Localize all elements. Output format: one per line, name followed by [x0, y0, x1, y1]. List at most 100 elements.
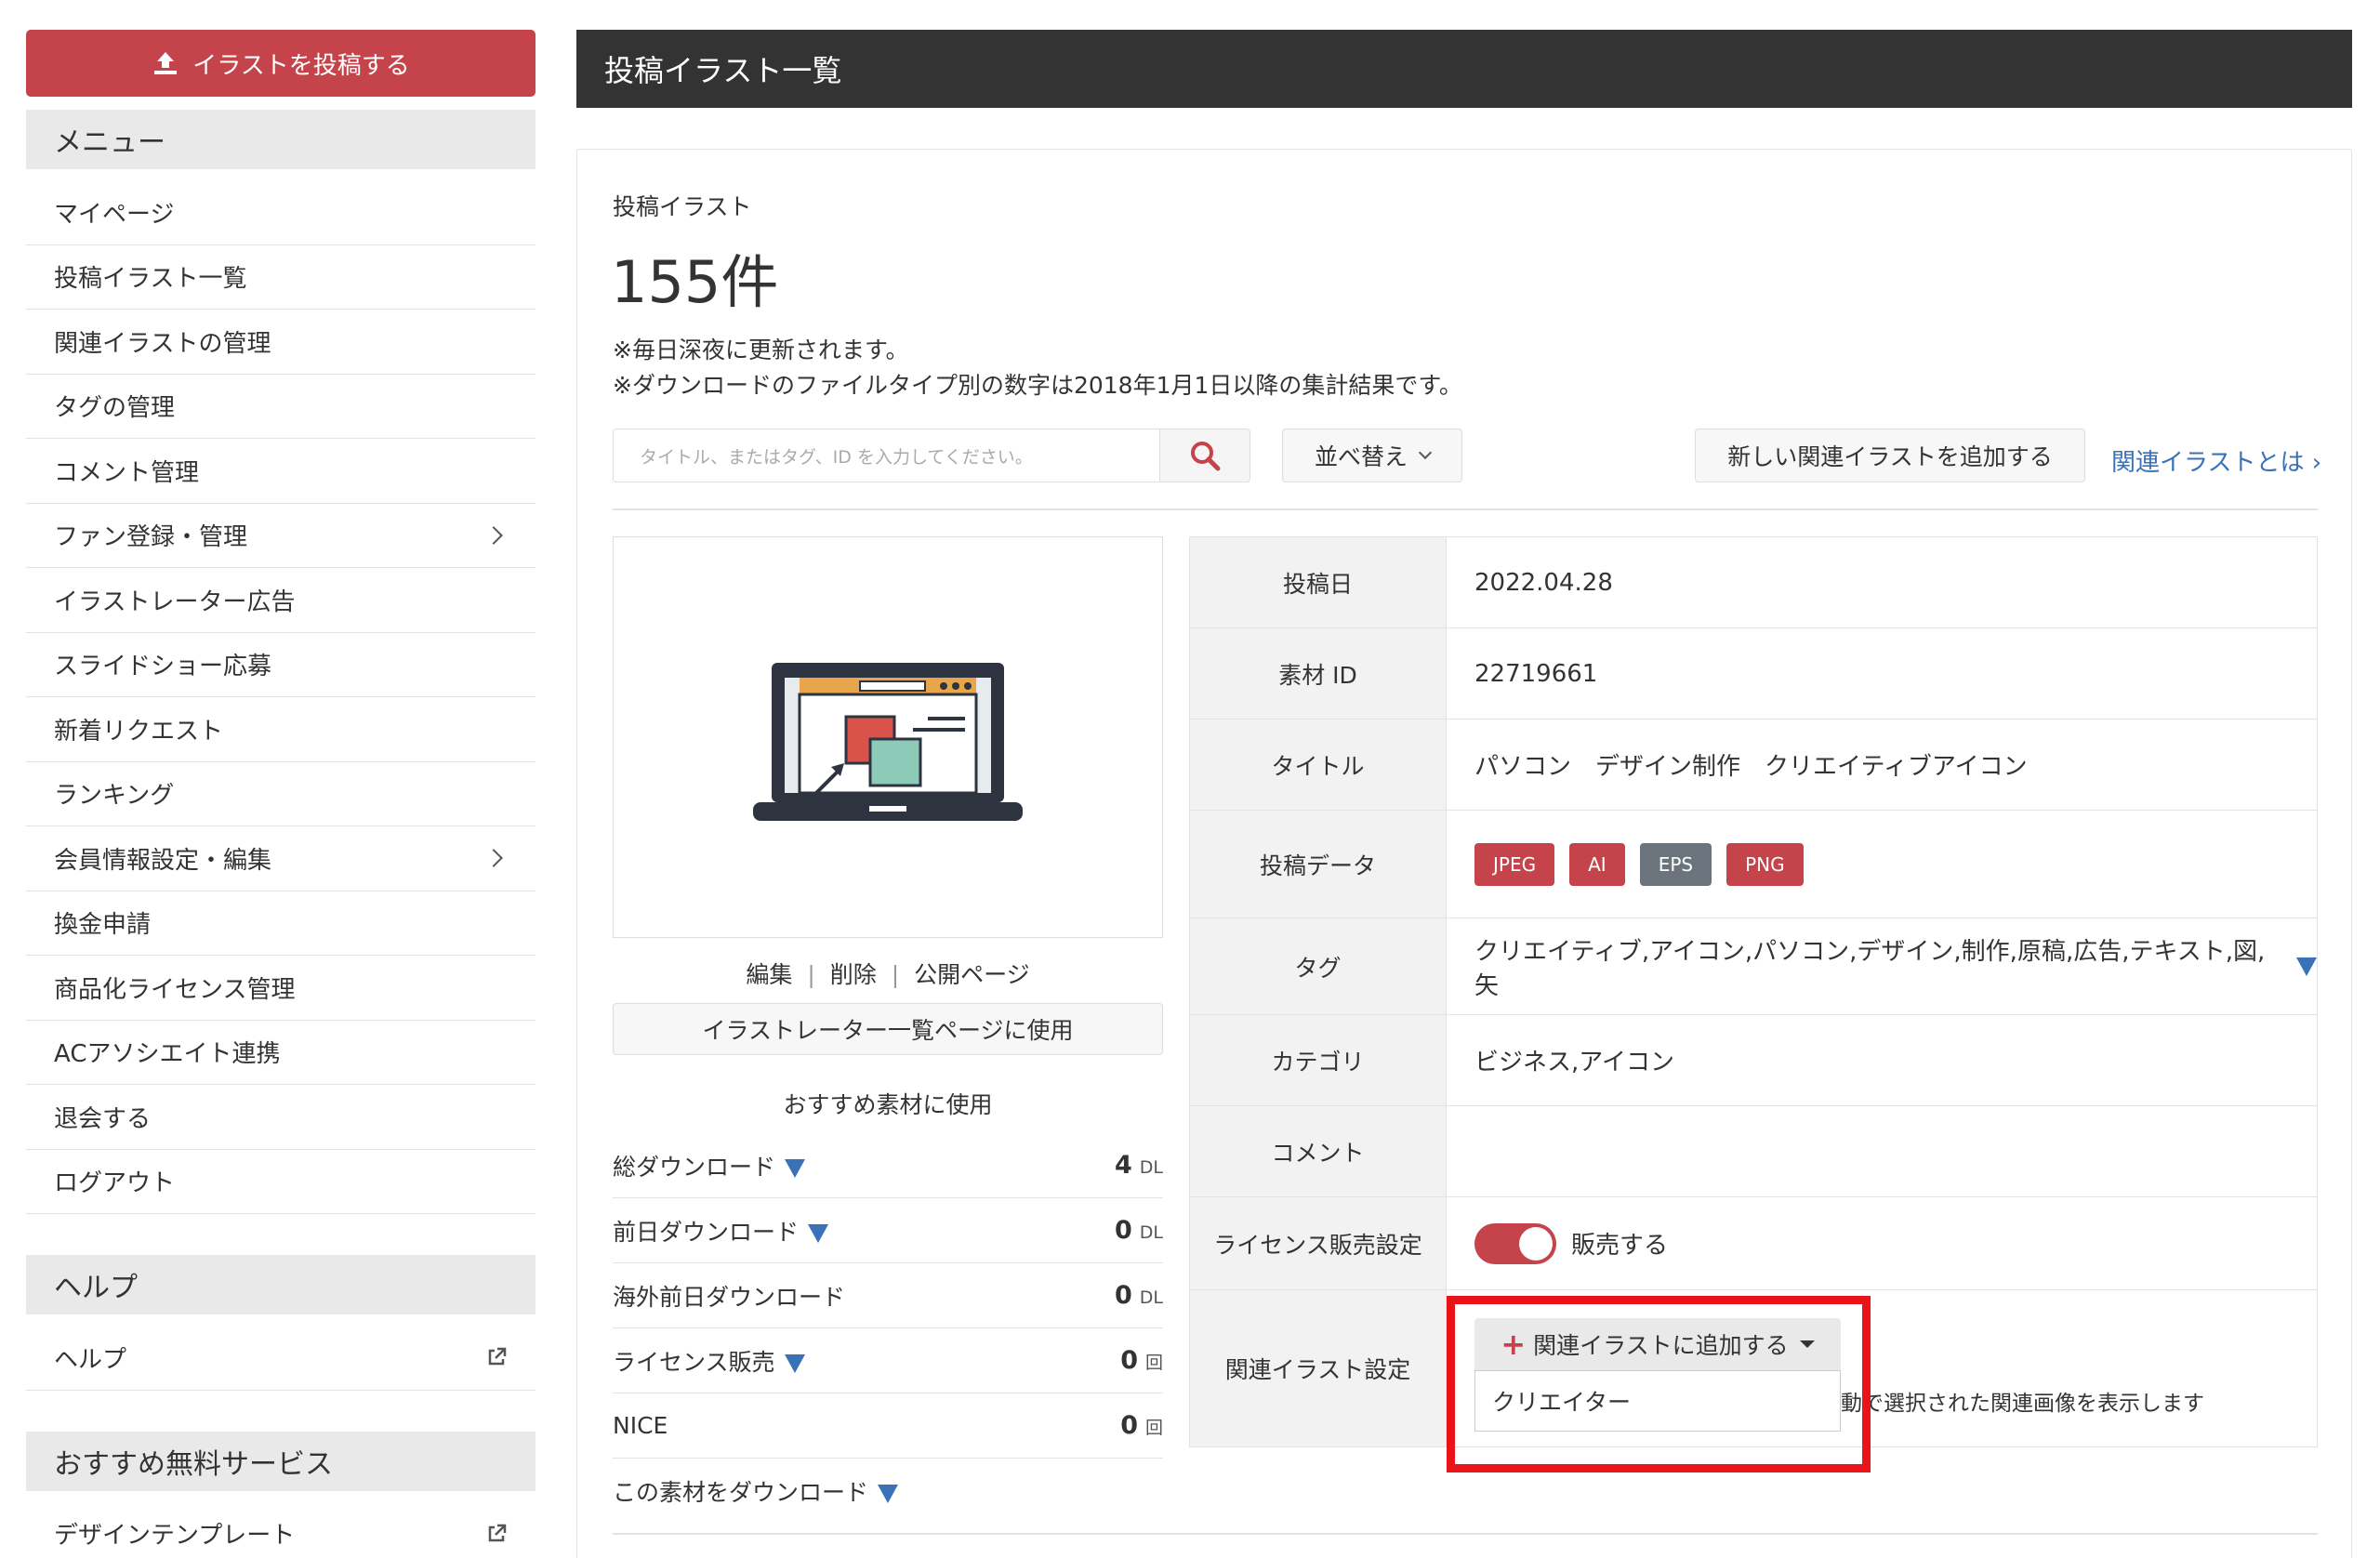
sidebar-item-label: ファン登録・管理	[54, 523, 248, 552]
row-title: タイトル パソコン デザイン制作 クリエイティブアイコン	[1190, 720, 2317, 811]
stat-row-prev-day-downloads: 前日ダウンロード 0 DL	[613, 1198, 1163, 1263]
sidebar-item-associate[interactable]: ACアソシエイト連携	[26, 1021, 536, 1085]
sidebar-item-comments[interactable]: コメント管理	[26, 439, 536, 504]
expand-triangle-icon[interactable]	[878, 1485, 899, 1503]
license-toggle[interactable]	[1474, 1222, 1556, 1264]
search-placeholder: タイトル、またはタグ、ID を入力してください。	[640, 446, 1033, 468]
divider	[613, 1533, 2318, 1535]
sidebar-item-label: 関連イラストの管理	[54, 329, 271, 358]
stat-row-nice: NICE 0回	[613, 1393, 1163, 1459]
stat-unit: DL	[1139, 1157, 1163, 1178]
sidebar-item-label: ログアウト	[54, 1169, 176, 1198]
download-this-material[interactable]: この素材をダウンロード	[613, 1459, 1163, 1524]
related-help-link[interactable]: 関連イラストとは ›	[2111, 443, 2321, 478]
use-on-illustrator-list-button[interactable]: イラストレーター一覧ページに使用	[613, 1003, 1163, 1055]
download-stats: 総ダウンロード 4 DL 前日ダウンロード 0 DL 海外前日ダウンロード 0 DL …	[613, 1133, 1163, 1524]
update-note: ※毎日深夜に更新されます。	[613, 337, 909, 363]
search-icon	[1191, 442, 1221, 471]
sort-dropdown[interactable]: 並べ替え	[1282, 429, 1462, 482]
row-category: カテゴリ ビジネス,アイコン	[1190, 1015, 2317, 1106]
sidebar-item-member-settings[interactable]: 会員情報設定・編集	[26, 826, 536, 891]
separator: |	[891, 961, 900, 988]
expand-triangle-icon[interactable]	[785, 1158, 806, 1178]
sidebar-item-label: 退会する	[54, 1104, 152, 1133]
sidebar-item-license[interactable]: 商品化ライセンス管理	[26, 956, 536, 1021]
key-post-date: 投稿日	[1190, 537, 1447, 627]
stat-label: 総ダウンロード	[613, 1153, 776, 1181]
help-heading: ヘルプ	[26, 1255, 536, 1314]
expand-triangle-icon[interactable]	[784, 1353, 805, 1373]
value-post-date: 2022.04.28	[1474, 568, 1613, 597]
stat-row-license-sales: ライセンス販売 0回	[613, 1328, 1163, 1393]
sidebar-item-tags[interactable]: タグの管理	[26, 375, 536, 439]
sidebar-item-ranking[interactable]: ランキング	[26, 762, 536, 826]
divider	[613, 508, 2318, 510]
external-link-icon	[488, 1348, 507, 1366]
sidebar-item-payout[interactable]: 換金申請	[26, 891, 536, 956]
expand-triangle-icon[interactable]	[808, 1223, 829, 1243]
stat-value: 0	[1114, 1281, 1132, 1310]
delete-link[interactable]: 削除	[830, 961, 877, 988]
format-badge-ai[interactable]: AI	[1569, 842, 1625, 886]
stat-value: 0	[1120, 1346, 1138, 1375]
sidebar-item-label: 会員情報設定・編集	[54, 846, 272, 875]
sidebar-item-mypage[interactable]: マイページ	[26, 180, 536, 245]
format-badge-eps[interactable]: EPS	[1639, 842, 1712, 886]
stat-unit: DL	[1139, 1287, 1163, 1308]
stat-row-total-downloads: 総ダウンロード 4 DL	[613, 1133, 1163, 1198]
menu-list: マイページ 投稿イラスト一覧 関連イラストの管理 タグの管理 コメント管理 ファ…	[26, 180, 536, 1214]
chevron-right-icon	[484, 525, 503, 545]
key-related: 関連イラスト設定	[1190, 1290, 1447, 1446]
sidebar-item-illustrator-ad[interactable]: イラストレーター広告	[26, 568, 536, 633]
separator: |	[807, 961, 815, 988]
sidebar-item-posted-list[interactable]: 投稿イラスト一覧	[26, 245, 536, 310]
sidebar-item-label: ACアソシエイト連携	[54, 1040, 281, 1069]
page-title: 投稿イラスト一覧	[576, 30, 2352, 108]
value-title: パソコン デザイン制作 クリエイティブアイコン	[1474, 753, 2028, 781]
value-license: 販売する	[1447, 1197, 2317, 1289]
sidebar-item-withdraw[interactable]: 退会する	[26, 1085, 536, 1150]
sidebar-item-design-template[interactable]: デザインテンプレート	[26, 1502, 536, 1558]
sidebar-item-label: ランキング	[54, 782, 175, 811]
sidebar-item-label: 商品化ライセンス管理	[54, 975, 296, 1004]
row-post-date: 投稿日 2022.04.28	[1190, 537, 2317, 628]
use-as-recommended-link[interactable]: おすすめ素材に使用	[613, 1087, 1163, 1120]
upload-illustration-button[interactable]: イラストを投稿する	[26, 30, 536, 97]
key-tags: タグ	[1190, 918, 1447, 1014]
menu-heading: メニュー	[26, 110, 536, 169]
license-label: 販売する	[1571, 1232, 1669, 1260]
sidebar-item-slideshow[interactable]: スライドショー応募	[26, 633, 536, 697]
key-license: ライセンス販売設定	[1190, 1197, 1447, 1289]
stat-label: この素材をダウンロード	[613, 1479, 869, 1506]
value-formats: JPEG AI EPS PNG	[1447, 811, 2317, 918]
stat-unit: 回	[1144, 1418, 1163, 1438]
sidebar-item-requests[interactable]: 新着リクエスト	[26, 697, 536, 762]
format-badge-png[interactable]: PNG	[1726, 842, 1804, 886]
search-button[interactable]	[1159, 429, 1250, 482]
sidebar-item-help[interactable]: ヘルプ	[26, 1326, 536, 1391]
chevron-down-icon	[1418, 445, 1433, 460]
sidebar-item-related-manage[interactable]: 関連イラストの管理	[26, 310, 536, 375]
key-category: カテゴリ	[1190, 1015, 1447, 1105]
sidebar-item-label: マイページ	[54, 200, 175, 229]
highlight-box	[1447, 1296, 1871, 1472]
edit-link[interactable]: 編集	[746, 961, 792, 988]
illustration-thumbnail[interactable]	[613, 536, 1163, 938]
format-badge-jpeg[interactable]: JPEG	[1474, 842, 1555, 886]
key-post-data: 投稿データ	[1190, 811, 1447, 918]
search-input[interactable]: タイトル、またはタグ、ID を入力してください。	[613, 429, 1161, 482]
tags-text: クリエイティブ,アイコン,パソコン,デザイン,制作,原稿,広告,テキスト,図,矢	[1474, 937, 2266, 1000]
public-page-link[interactable]: 公開ページ	[914, 961, 1030, 988]
external-link-icon	[488, 1524, 507, 1541]
key-title: タイトル	[1190, 720, 1447, 810]
stat-unit: 回	[1144, 1353, 1163, 1373]
stat-value: 4	[1114, 1151, 1132, 1180]
row-post-data: 投稿データ JPEG AI EPS PNG	[1190, 811, 2317, 918]
upload-icon	[154, 52, 178, 74]
key-comment: コメント	[1190, 1106, 1447, 1196]
sidebar-item-logout[interactable]: ログアウト	[26, 1150, 536, 1214]
add-new-related-button[interactable]: 新しい関連イラストを追加する	[1695, 429, 2085, 482]
sidebar-item-label: ヘルプ	[54, 1345, 127, 1374]
sidebar-item-fans[interactable]: ファン登録・管理	[26, 504, 536, 568]
expand-triangle-icon[interactable]	[2296, 957, 2317, 976]
